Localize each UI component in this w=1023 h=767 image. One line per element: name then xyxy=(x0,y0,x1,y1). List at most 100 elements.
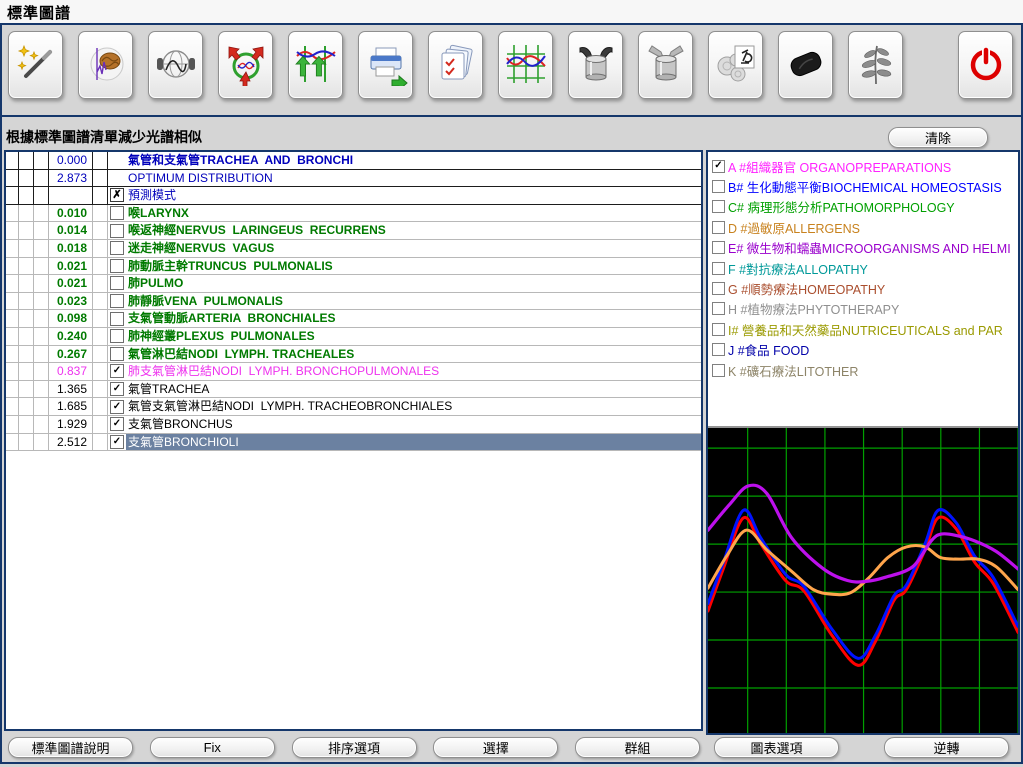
compare-charts-button[interactable] xyxy=(288,31,343,99)
print-button[interactable] xyxy=(358,31,413,99)
category-checkbox[interactable] xyxy=(712,302,725,315)
stone-button[interactable] xyxy=(778,31,833,99)
table-row[interactable]: 0.018 迷走神經NERVUS VAGUS xyxy=(6,240,701,258)
brain-spectrum-button[interactable] xyxy=(78,31,133,99)
row-checkbox[interactable] xyxy=(108,328,126,346)
group-button[interactable]: 群組 xyxy=(575,737,700,758)
category-item[interactable]: G #順勢療法HOMEOPATHY xyxy=(708,278,1018,298)
category-item[interactable]: B# 生化動態平衡BIOCHEMICAL HOMEOSTASIS xyxy=(708,176,1018,196)
category-item[interactable]: I# 營養品和天然藥品NUTRICEUTICALS and PAR xyxy=(708,319,1018,339)
magic-wand-icon xyxy=(14,42,58,89)
row-checkbox[interactable] xyxy=(108,310,126,328)
chart-options-button[interactable]: 圖表選項 xyxy=(714,737,839,758)
row-value: 1.929 xyxy=(49,416,93,434)
select-button[interactable]: 選擇 xyxy=(433,737,558,758)
category-checkbox[interactable] xyxy=(712,262,725,275)
sort-options-button[interactable]: 排序選項 xyxy=(292,737,417,758)
category-checkbox[interactable] xyxy=(712,364,725,377)
category-list: ✓ A #組織器官 ORGANOPREPARATIONS B# 生化動態平衡BI… xyxy=(708,152,1018,428)
category-checkbox[interactable] xyxy=(712,200,725,213)
row-checkbox[interactable]: ✗ xyxy=(108,187,126,205)
table-row[interactable]: 0.014 喉返神經NERVUS LARINGEUS RECURRENS xyxy=(6,222,701,240)
row-value: 0.010 xyxy=(49,205,93,223)
row-value: 0.021 xyxy=(49,275,93,293)
row-value: 0.267 xyxy=(49,346,93,364)
compare-charts-icon xyxy=(294,42,338,89)
row-checkbox[interactable]: ✓ xyxy=(108,416,126,434)
category-checkbox[interactable]: ✓ xyxy=(712,160,725,173)
row-checkbox[interactable] xyxy=(108,258,126,276)
table-row[interactable]: 1.685 ✓ 氣管支氣管淋巴結NODI LYMPH. TRACHEOBRONC… xyxy=(6,398,701,416)
graph-grid-button[interactable] xyxy=(498,31,553,99)
container-unload-button[interactable] xyxy=(638,31,693,99)
table-row[interactable]: ✗ 預測模式 xyxy=(6,187,701,205)
etalon-info-button[interactable]: 標準圖譜說明 xyxy=(8,737,133,758)
row-checkbox[interactable]: ✓ xyxy=(108,398,126,416)
row-value: 0.098 xyxy=(49,310,93,328)
table-row[interactable]: 1.365 ✓ 氣管TRACHEA xyxy=(6,381,701,399)
table-row[interactable]: 2.512 ✓ 支氣管BRONCHIOLI xyxy=(6,434,701,452)
table-row[interactable]: 0.837 ✓ 肺支氣管淋巴結NODI LYMPH. BRONCHOPULMON… xyxy=(6,363,701,381)
row-label: 氣管和支氣管TRACHEA AND BRONCHI xyxy=(126,152,701,170)
category-item[interactable]: J #食品 FOOD xyxy=(708,340,1018,360)
row-checkbox[interactable] xyxy=(108,293,126,311)
row-checkbox[interactable] xyxy=(108,205,126,223)
container-unload-icon xyxy=(644,42,688,89)
row-checkbox[interactable]: ✓ xyxy=(108,434,126,452)
table-row[interactable]: 0.267 氣管淋巴結NODI LYMPH. TRACHEALES xyxy=(6,346,701,364)
category-item[interactable]: K #礦石療法LITOTHER xyxy=(708,360,1018,380)
category-item[interactable]: D #過敏原ALLERGENS xyxy=(708,217,1018,237)
clear-button[interactable]: 清除 xyxy=(888,127,988,148)
table-row[interactable]: 0.021 肺動脈主幹TRUNCUS PULMONALIS xyxy=(6,258,701,276)
table-row[interactable]: 2.873 OPTIMUM DISTRIBUTION xyxy=(6,170,701,188)
category-checkbox[interactable] xyxy=(712,221,725,234)
card-file-button[interactable] xyxy=(428,31,483,99)
category-checkbox[interactable] xyxy=(712,241,725,254)
plant-button[interactable] xyxy=(848,31,903,99)
row-label: 肺動脈主幹TRUNCUS PULMONALIS xyxy=(126,258,701,276)
category-checkbox[interactable] xyxy=(712,282,725,295)
table-row[interactable]: 0.000 氣管和支氣管TRACHEA AND BRONCHI xyxy=(6,152,701,170)
category-item[interactable]: C# 病理形態分析PATHOMORPHOLOGY xyxy=(708,197,1018,217)
category-item[interactable]: H #植物療法PHYTOTHERAPY xyxy=(708,299,1018,319)
row-checkbox[interactable] xyxy=(108,346,126,364)
row-label: OPTIMUM DISTRIBUTION xyxy=(126,170,701,188)
row-checkbox[interactable] xyxy=(108,222,126,240)
microscope-cells-button[interactable] xyxy=(708,31,763,99)
category-item[interactable]: E# 微生物和蠕蟲MICROORGANISMS AND HELMI xyxy=(708,238,1018,258)
row-checkbox[interactable] xyxy=(108,240,126,258)
table-row[interactable]: 1.929 ✓ 支氣管BRONCHUS xyxy=(6,416,701,434)
plant-icon xyxy=(854,42,898,89)
category-item[interactable]: ✓ A #組織器官 ORGANOPREPARATIONS xyxy=(708,156,1018,176)
head-mesh-icon xyxy=(154,42,198,89)
row-checkbox[interactable] xyxy=(108,275,126,293)
table-row[interactable]: 0.240 肺神經叢PLEXUS PULMONALES xyxy=(6,328,701,346)
table-row[interactable]: 0.021 肺PULMO xyxy=(6,275,701,293)
magic-wand-button[interactable] xyxy=(8,31,63,99)
category-label: K #礦石療法LITOTHER xyxy=(728,361,858,380)
exit-button[interactable] xyxy=(958,31,1013,99)
footer-left-buttons: 標準圖譜說明 Fix 排序選項選擇群組 xyxy=(8,737,700,758)
category-label: B# 生化動態平衡BIOCHEMICAL HOMEOSTASIS xyxy=(728,177,1002,196)
row-label: 肺支氣管淋巴結NODI LYMPH. BRONCHOPULMONALES xyxy=(126,363,701,381)
table-row[interactable]: 0.010 喉LARYNX xyxy=(6,205,701,223)
row-label: 支氣管BRONCHUS xyxy=(126,416,701,434)
category-item[interactable]: F #對抗療法ALLOPATHY xyxy=(708,258,1018,278)
row-checkbox[interactable]: ✓ xyxy=(108,363,126,381)
row-label: 喉返神經NERVUS LARINGEUS RECURRENS xyxy=(126,222,701,240)
container-load-button[interactable] xyxy=(568,31,623,99)
category-checkbox[interactable] xyxy=(712,343,725,356)
power-icon xyxy=(964,42,1008,89)
row-checkbox xyxy=(108,170,126,188)
arrows-target-button[interactable] xyxy=(218,31,273,99)
fix-button[interactable]: Fix xyxy=(150,737,275,758)
row-checkbox[interactable]: ✓ xyxy=(108,381,126,399)
table-row[interactable]: 0.098 支氣管動脈ARTERIA BRONCHIALES xyxy=(6,310,701,328)
category-checkbox[interactable] xyxy=(712,180,725,193)
head-mesh-button[interactable] xyxy=(148,31,203,99)
table-row[interactable]: 0.023 肺靜脈VENA PULMONALIS xyxy=(6,293,701,311)
invert-button[interactable]: 逆轉 xyxy=(884,737,1009,758)
category-checkbox[interactable] xyxy=(712,323,725,336)
graph-grid-icon xyxy=(504,42,548,89)
row-value: 2.873 xyxy=(49,170,93,188)
